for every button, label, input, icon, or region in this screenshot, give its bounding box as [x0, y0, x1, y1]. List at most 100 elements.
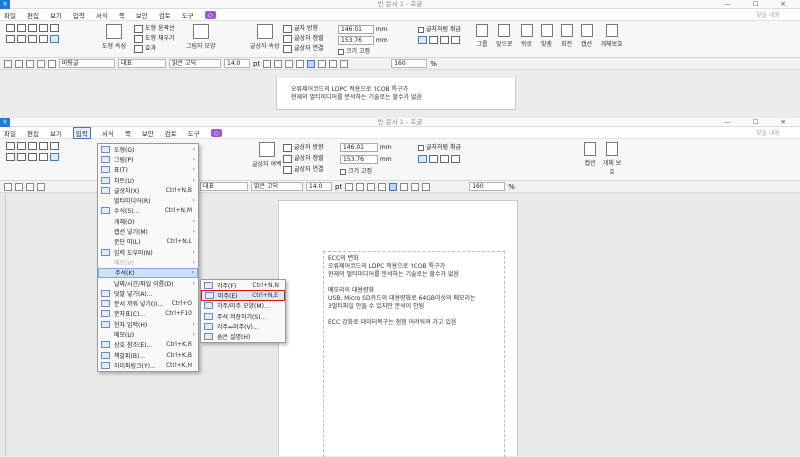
menu-item-chart[interactable]: 차트(U) ›	[98, 175, 198, 185]
zoom-field[interactable]: 160	[469, 182, 506, 191]
font-color-icon[interactable]	[378, 182, 387, 191]
menu-item-para-band[interactable]: 문단 띠(L) Ctrl+N,L	[98, 237, 198, 247]
menu-item-table[interactable]: 표(T) ›	[98, 165, 198, 175]
back-align-button[interactable]: 맞춤	[540, 24, 553, 48]
search-box[interactable]: 찾을 내용	[756, 128, 780, 137]
open-icon[interactable]	[15, 59, 23, 68]
new-doc-icon[interactable]	[4, 59, 12, 68]
menu-file[interactable]: 파일	[4, 128, 16, 138]
menu-item-bookmark[interactable]: 책갈피(B)... Ctrl+K,B	[98, 350, 198, 360]
align-right-icon[interactable]	[411, 182, 420, 191]
menu-item-caption[interactable]: 캡션 넣기(M) ›	[98, 226, 198, 236]
back-document-page[interactable]: 오류제어코드의 LDPC 적용으로 'ICOB 특구가 현재의 멀티미디어를 분…	[276, 78, 516, 110]
menu-item-input-helper[interactable]: 입력 도우미(N) ›	[98, 247, 198, 257]
shape-gallery[interactable]	[6, 142, 61, 161]
save-icon[interactable]	[26, 59, 34, 68]
underline-icon[interactable]	[285, 59, 294, 68]
window-controls[interactable]: — ☐ ✕	[724, 118, 796, 127]
align-center-icon[interactable]	[318, 59, 327, 68]
back-text-dir[interactable]: 글자 방향	[283, 24, 324, 34]
save-icon[interactable]	[26, 182, 34, 191]
para-style-select[interactable]: 대표	[200, 182, 248, 191]
text-wrap[interactable]: 글자처럼 취급	[418, 142, 462, 151]
menu-item-multimedia[interactable]: 멀티미디어(R) ›	[98, 195, 198, 205]
window-controls[interactable]: — ☐ ✕	[724, 0, 796, 9]
menu-view[interactable]: 보기	[50, 128, 62, 138]
back-menu-edit[interactable]: 편집	[27, 10, 39, 20]
italic-icon[interactable]	[274, 59, 283, 68]
align-right-icon[interactable]	[329, 59, 338, 68]
back-text-wrap[interactable]: 글자처럼 취급	[418, 24, 462, 33]
align-justify-icon[interactable]	[340, 59, 349, 68]
object-protect-button[interactable]: 개체 보호	[602, 142, 622, 176]
menu-security[interactable]: 보안	[142, 128, 154, 138]
back-textbox-props-button[interactable]: 글상자 속성	[250, 24, 280, 50]
back-group-button[interactable]: 그룹	[476, 24, 488, 48]
back-outline-item[interactable]: 도형 윤곽선	[134, 24, 175, 34]
menu-item-insert-doc[interactable]: 문서 끼워 넣기(I)... Ctrl+O	[98, 298, 198, 308]
back-forward-button[interactable]: 앞으로	[496, 24, 513, 48]
menu-item-datetime[interactable]: 날짜/시간/파일 이름(D) ›	[98, 278, 198, 288]
document-page[interactable]: ECC의 변화 오류제어코드의 LDPC 적용으로 'ICOB 특구가 현재의 …	[278, 200, 518, 457]
width-field[interactable]: 146.01	[340, 143, 378, 152]
back-text-link[interactable]: 글상자 연결	[283, 44, 324, 54]
back-rotate-button[interactable]: 회전	[560, 24, 573, 48]
text-link[interactable]: 글상자 연결	[283, 164, 324, 175]
menu-edit[interactable]: 편집	[27, 128, 39, 138]
align-left-icon[interactable]	[389, 182, 398, 191]
menu-item-object[interactable]: 개체(O) ›	[98, 216, 198, 226]
text-align[interactable]: 글상자 정렬	[283, 153, 324, 164]
back-style-select[interactable]: 바탕글	[59, 59, 115, 68]
text-direction[interactable]: 글상자 방향	[283, 142, 324, 153]
print-icon[interactable]	[37, 182, 45, 191]
menu-item-char-map[interactable]: 문자표(C)... Ctrl+F10	[98, 309, 198, 319]
font-select[interactable]: 맑은 고딕	[251, 182, 303, 191]
menu-item-memo[interactable]: 메모(U) ›	[98, 329, 198, 339]
back-menu-view[interactable]: 보기	[50, 10, 62, 20]
back-fill-item[interactable]: 도형 채우기	[134, 34, 175, 44]
menu-item-hanja[interactable]: 한자 입력(H) ›	[98, 319, 198, 329]
bold-icon[interactable]	[263, 59, 272, 68]
menu-item-hyperlink[interactable]: 하이퍼링크(Y)... Ctrl+K,H	[98, 360, 198, 370]
back-height-field[interactable]: 153.76	[338, 36, 374, 45]
print-icon[interactable]	[37, 59, 45, 68]
menu-item-textbox[interactable]: 글상자(X) Ctrl+N,B	[98, 185, 198, 195]
menu-item-formula[interactable]: 수식(S)... Ctrl+N,M	[98, 206, 198, 216]
align-justify-icon[interactable]	[422, 182, 431, 191]
bold-icon[interactable]	[345, 182, 354, 191]
menu-page[interactable]: 쪽	[125, 128, 131, 138]
back-shape-tab[interactable]: ◇	[204, 10, 216, 19]
back-menu-security[interactable]: 보안	[136, 10, 148, 20]
menu-tools[interactable]: 도구	[188, 128, 200, 138]
back-para-select[interactable]: 대표	[118, 59, 166, 68]
menu-input[interactable]: 입력	[72, 126, 91, 139]
submenu-item-note-shape[interactable]: 각주/미주 모양(M)...	[201, 301, 285, 311]
back-menu-input[interactable]: 입력	[73, 10, 85, 20]
back-menu-file[interactable]: 파일	[4, 10, 16, 20]
back-search-box[interactable]: 찾을 내용	[756, 10, 780, 19]
menu-item-shape[interactable]: 도형(G) ›	[98, 144, 198, 154]
new-doc-icon[interactable]	[4, 182, 12, 191]
back-shadow-button[interactable]: 그림자 모양	[186, 24, 216, 50]
font-size-field[interactable]: 14.0	[306, 182, 332, 191]
back-text-align[interactable]: 글상자 정렬	[283, 34, 324, 44]
back-menu-review[interactable]: 검토	[159, 10, 171, 20]
back-font-select[interactable]: 맑은 고딕	[169, 59, 221, 68]
caption-button[interactable]: 캡션	[584, 142, 596, 167]
back-width-field[interactable]: 146.01	[338, 25, 374, 34]
back-size-field[interactable]: 14.0	[224, 59, 250, 68]
submenu-item-endnote[interactable]: 미주(E) Ctrl+N,E	[201, 290, 285, 301]
back-menu-page[interactable]: 쪽	[119, 10, 125, 20]
font-color-icon[interactable]	[296, 59, 305, 68]
back-backward-button[interactable]: 뒤로	[520, 24, 533, 48]
align-center-icon[interactable]	[400, 182, 409, 191]
textbox-margin-button[interactable]: 글상자 여백	[252, 142, 282, 168]
back-shape-props-button[interactable]: 도형 속성	[102, 24, 126, 50]
back-menu-tools[interactable]: 도구	[182, 10, 194, 20]
submenu-item-footnote[interactable]: 각주(F) Ctrl+N,N	[201, 280, 285, 290]
submenu-item-convert-notes[interactable]: 각주↔미주(V)...	[201, 321, 285, 331]
height-field[interactable]: 153.76	[340, 155, 378, 164]
back-caption-button[interactable]: 캡션	[580, 24, 593, 48]
align-left-icon[interactable]	[307, 59, 316, 68]
back-effect-item[interactable]: 효과	[134, 44, 175, 54]
